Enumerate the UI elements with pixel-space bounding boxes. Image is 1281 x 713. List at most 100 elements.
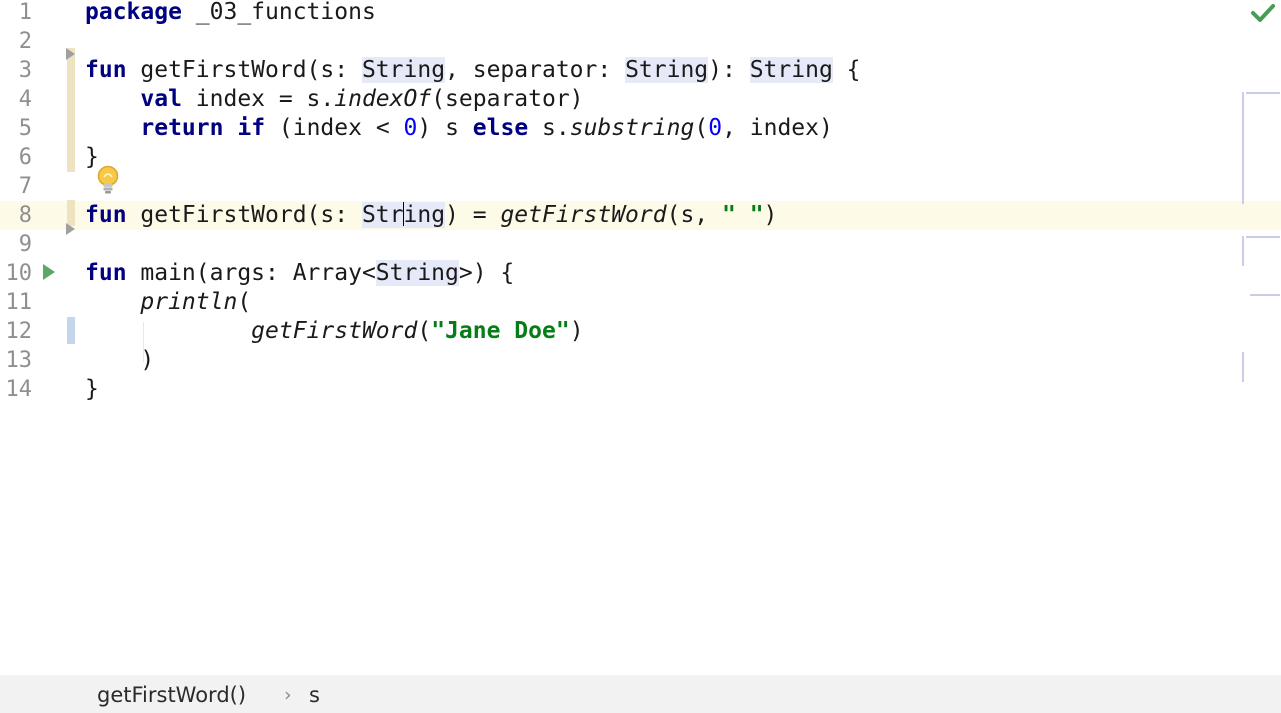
check-icon[interactable]: [1250, 2, 1276, 24]
code-editor[interactable]: 1 package _03_functions 2 3 fun getFirstWord…: [0, 0, 1281, 675]
line-number: 13: [5, 348, 33, 373]
code-token: >) {: [458, 260, 515, 286]
line-number: 7: [18, 174, 32, 199]
function-call-token: getFirstWord: [500, 202, 667, 228]
code-token: main(args: Array<: [126, 260, 376, 286]
code-token: getFirstWord(s:: [126, 57, 362, 83]
type-token: String: [375, 260, 459, 286]
number-literal: 0: [403, 115, 418, 141]
code-text[interactable]: fun getFirstWord(s: String, separator: S…: [85, 56, 861, 85]
function-call-token: getFirstWord: [251, 318, 418, 344]
line-number: 4: [18, 87, 32, 112]
string-literal: "Jane Doe": [431, 318, 570, 344]
code-token: s.: [528, 115, 570, 141]
lightbulb-icon[interactable]: [96, 165, 120, 197]
keyword-token: package: [85, 0, 182, 25]
line-number: 5: [18, 116, 32, 141]
line-number: 8: [18, 203, 32, 228]
type-token: String: [749, 57, 833, 83]
code-text[interactable]: fun main(args: Array<String>) {: [85, 259, 514, 288]
line-number: 1: [18, 0, 32, 25]
keyword-token: fun: [85, 57, 127, 83]
line-number: 6: [18, 145, 32, 170]
code-token: getFirstWord(s:: [126, 202, 362, 228]
code-token: ): [569, 318, 584, 344]
code-token: (separator): [431, 86, 584, 112]
change-marker: [67, 48, 75, 172]
code-token: (: [417, 318, 432, 344]
breadcrumb-item-function[interactable]: getFirstWord(): [97, 683, 246, 707]
breadcrumb-bar: getFirstWord() › s: [0, 675, 1281, 713]
code-line[interactable]: 6}: [0, 143, 1281, 172]
scrollbar-mark: [1246, 92, 1280, 94]
code-line[interactable]: 5 return if (index < 0) s else s.substri…: [0, 114, 1281, 143]
code-line[interactable]: 14}: [0, 375, 1281, 404]
scrollbar-stripe: [1242, 352, 1244, 382]
scrollbar-stripe: [1242, 236, 1244, 266]
line-number: 11: [5, 290, 33, 315]
code-line[interactable]: 8 fun getFirstWord(s: String) = getFirstW…: [0, 201, 1281, 230]
code-token: ): [763, 202, 778, 228]
function-call-token: println: [140, 289, 238, 315]
line-number: 12: [5, 319, 33, 344]
breadcrumb-item-parameter[interactable]: s: [309, 683, 320, 707]
type-token: ing: [403, 202, 446, 228]
code-token: index = s.: [181, 86, 335, 112]
change-marker: [67, 317, 75, 344]
code-token: _03_functions: [181, 0, 376, 25]
code-line[interactable]: 2: [0, 27, 1281, 56]
code-line[interactable]: 11 println(: [0, 288, 1281, 317]
keyword-token: return: [140, 115, 224, 141]
keyword-token: else: [472, 115, 529, 141]
run-gutter-icon[interactable]: [43, 264, 55, 280]
code-token: (: [237, 289, 252, 315]
code-line[interactable]: 12 getFirstWord("Jane Doe"): [0, 317, 1281, 346]
code-text[interactable]: package _03_functions: [85, 0, 376, 27]
fold-arrow-icon[interactable]: [66, 48, 75, 60]
code-line[interactable]: 1 package _03_functions: [0, 0, 1281, 27]
code-text[interactable]: fun getFirstWord(s: String) = getFirstWo…: [85, 201, 777, 230]
code-text[interactable]: val index = s.indexOf(separator): [85, 85, 584, 114]
line-number: 9: [18, 232, 32, 257]
string-literal: " ": [722, 202, 764, 228]
scrollbar-mark: [1250, 294, 1280, 296]
function-call-token: indexOf: [334, 86, 432, 112]
function-call-token: substring: [569, 115, 695, 141]
code-line[interactable]: 7: [0, 172, 1281, 201]
code-text[interactable]: }: [85, 375, 99, 404]
code-token: {: [832, 57, 861, 83]
keyword-token: val: [140, 86, 182, 112]
code-line[interactable]: 13 ): [0, 346, 1281, 375]
code-line[interactable]: 3 fun getFirstWord(s: String, separator: …: [0, 56, 1281, 85]
scrollbar-mark: [1246, 236, 1280, 238]
code-token: , separator:: [445, 57, 626, 83]
code-token: ) =: [445, 202, 501, 228]
line-number: 3: [18, 58, 32, 83]
code-text[interactable]: return if (index < 0) s else s.substring…: [85, 114, 833, 143]
type-token: Str: [361, 202, 404, 228]
code-line[interactable]: 4 val index = s.indexOf(separator): [0, 85, 1281, 114]
type-token: String: [361, 57, 446, 83]
code-token: ) s: [417, 115, 473, 141]
code-text[interactable]: getFirstWord("Jane Doe"): [85, 317, 584, 346]
scrollbar-stripe: [1242, 92, 1244, 204]
line-number: 10: [5, 261, 33, 286]
indent-guide: [143, 322, 144, 362]
code-token: , index): [722, 115, 833, 141]
code-text[interactable]: println(: [85, 288, 251, 317]
code-token: }: [85, 376, 99, 402]
code-line[interactable]: 9: [0, 230, 1281, 259]
code-token: ):: [708, 57, 750, 83]
keyword-token: if: [237, 115, 266, 141]
fold-arrow-icon[interactable]: [66, 223, 75, 235]
type-token: String: [625, 57, 709, 83]
keyword-token: fun: [85, 260, 127, 286]
keyword-token: fun: [85, 202, 127, 228]
code-token: (index <: [265, 115, 404, 141]
code-line[interactable]: 10 fun main(args: Array<String>) {: [0, 259, 1281, 288]
line-number: 2: [18, 29, 32, 54]
